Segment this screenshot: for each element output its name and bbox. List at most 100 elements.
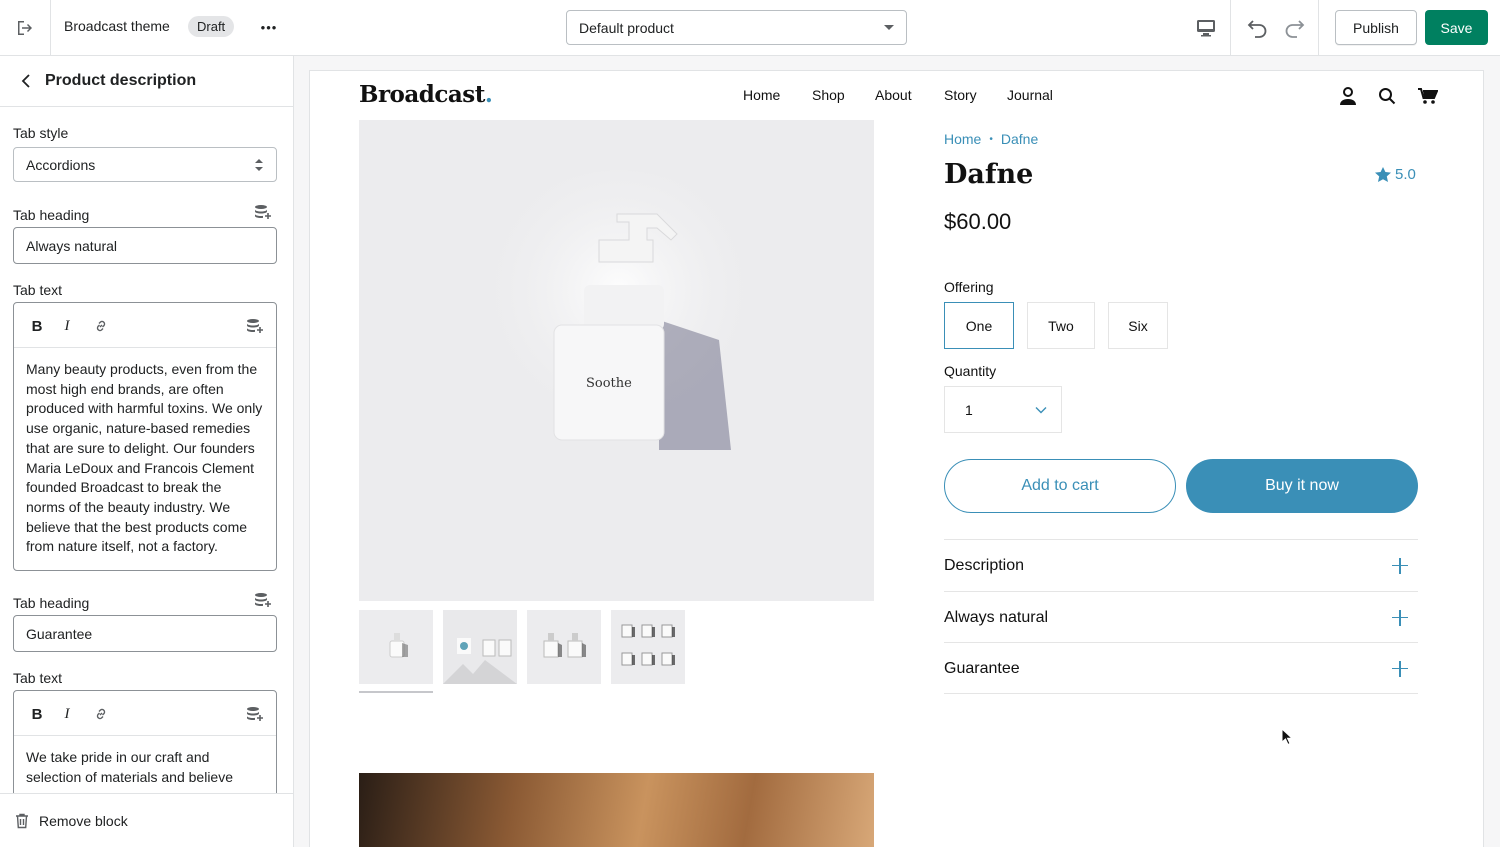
breadcrumb-home[interactable]: Home — [944, 131, 981, 147]
accordion-title: Guarantee — [944, 659, 1020, 677]
sidebar-title: Product description — [45, 72, 197, 89]
accordion-divider — [944, 693, 1418, 694]
mouse-cursor-icon — [1281, 728, 1293, 746]
tab-text-label: Tab text — [13, 282, 63, 298]
publish-button[interactable]: Publish — [1335, 10, 1417, 45]
tab-heading-input[interactable]: Always natural — [13, 227, 277, 264]
select-arrows-icon — [255, 158, 263, 171]
topbar-divider — [1318, 0, 1319, 55]
link-button[interactable] — [90, 703, 112, 725]
search-icon — [1379, 88, 1396, 105]
pair-thumbnail-image — [543, 633, 586, 658]
more-actions-button[interactable]: ••• — [256, 14, 282, 40]
offering-label: Offering — [944, 279, 994, 295]
lifestyle-image — [359, 773, 874, 847]
link-button[interactable] — [90, 315, 112, 337]
chevron-left-icon — [21, 74, 30, 88]
dynamic-source-button[interactable] — [244, 703, 266, 725]
add-to-cart-button[interactable]: Add to cart — [944, 459, 1176, 513]
accordion-always-natural[interactable]: Always natural — [944, 591, 1418, 643]
dynamic-source-button[interactable] — [253, 590, 273, 610]
tab-style-select[interactable]: Accordions — [13, 147, 277, 182]
bold-button[interactable]: B — [26, 703, 48, 725]
italic-button[interactable]: I — [56, 703, 78, 725]
dynamic-source-button[interactable] — [253, 202, 273, 222]
nav-story[interactable]: Story — [944, 87, 977, 103]
rte-toolbar: B I — [14, 691, 276, 736]
quantity-select[interactable]: 1 — [944, 386, 1062, 433]
nav-home[interactable]: Home — [743, 87, 780, 103]
product-bottle-image — [469, 170, 769, 470]
database-add-icon — [247, 319, 263, 333]
product-main-image[interactable]: Soothe — [359, 120, 874, 601]
accordion-title: Description — [944, 556, 1025, 574]
link-icon — [96, 708, 106, 720]
desktop-icon — [1196, 19, 1215, 36]
product-rating[interactable]: 5.0 — [1375, 166, 1416, 183]
editor-topbar: Broadcast theme Draft ••• Default produc… — [0, 0, 1500, 56]
active-thumbnail-indicator — [359, 691, 433, 693]
cart-button[interactable] — [1417, 85, 1439, 107]
database-add-icon — [247, 707, 263, 721]
nav-shop[interactable]: Shop — [812, 87, 845, 103]
offering-option-six[interactable]: Six — [1108, 302, 1168, 349]
redo-button[interactable] — [1280, 14, 1308, 42]
accordion-description[interactable]: Description — [944, 539, 1418, 591]
nav-journal[interactable]: Journal — [1007, 87, 1053, 103]
theme-name: Broadcast theme — [64, 18, 170, 34]
chevron-down-icon — [1035, 406, 1047, 413]
user-icon — [1340, 87, 1356, 105]
buy-now-button[interactable]: Buy it now — [1186, 459, 1418, 513]
undo-icon — [1247, 20, 1267, 38]
tab-text-content[interactable]: We take pride in our craft and selection… — [14, 736, 276, 799]
accordion-guarantee[interactable]: Guarantee — [944, 642, 1418, 694]
quantity-label: Quantity — [944, 363, 997, 379]
quantity-value: 1 — [965, 401, 973, 418]
link-icon — [96, 320, 106, 332]
plus-icon — [1392, 609, 1408, 626]
dynamic-source-button[interactable] — [244, 315, 266, 337]
nav-about[interactable]: About — [875, 87, 912, 103]
device-preview-button[interactable] — [1181, 0, 1231, 55]
search-button[interactable] — [1376, 85, 1398, 107]
tab-text-content[interactable]: Many beauty products, even from the most… — [14, 348, 276, 569]
database-add-icon — [255, 205, 271, 219]
breadcrumb-current[interactable]: Dafne — [1001, 131, 1038, 147]
save-button[interactable]: Save — [1425, 10, 1488, 45]
offering-option-two[interactable]: Two — [1027, 302, 1095, 349]
bold-button[interactable]: B — [26, 315, 48, 337]
six-pack-thumbnail-image — [621, 624, 675, 666]
back-button[interactable] — [16, 71, 36, 91]
rte-toolbar: B I — [14, 303, 276, 348]
exit-icon — [18, 20, 32, 35]
star-icon — [1375, 167, 1391, 182]
more-icon: ••• — [260, 19, 278, 35]
storefront-preview: Broadcast. Home Shop About Story Journal — [294, 56, 1500, 847]
logo-text: Broadcast — [359, 81, 485, 108]
tab-heading-input[interactable]: Guarantee — [13, 615, 277, 652]
product-template-select[interactable]: Default product — [566, 10, 907, 45]
account-button[interactable] — [1337, 85, 1359, 107]
product-bottle-label: Soothe — [586, 376, 632, 391]
remove-block-button[interactable]: Remove block — [0, 793, 293, 847]
undo-button[interactable] — [1244, 14, 1272, 42]
product-thumbnail[interactable] — [527, 610, 601, 684]
bottle-thumbnail-image — [389, 633, 408, 658]
trash-icon — [16, 813, 28, 828]
breadcrumb-separator: • — [989, 134, 993, 145]
accordion-title: Always natural — [944, 608, 1049, 626]
tab-text-editor[interactable]: B I Many beauty products, even from the … — [13, 302, 277, 571]
offering-option-one[interactable]: One — [944, 302, 1014, 349]
product-title: Dafne — [944, 159, 1034, 190]
breadcrumb: Home • Dafne — [944, 131, 1038, 147]
product-thumbnail[interactable] — [359, 610, 433, 684]
plus-icon — [1392, 557, 1408, 574]
exit-editor-button[interactable] — [0, 0, 51, 55]
product-thumbnail[interactable] — [443, 610, 517, 684]
cart-icon — [1418, 88, 1438, 104]
sidebar-header: Product description — [0, 56, 293, 107]
italic-button[interactable]: I — [56, 315, 78, 337]
store-logo[interactable]: Broadcast. — [359, 81, 493, 108]
redo-icon — [1285, 20, 1305, 38]
product-thumbnail[interactable] — [611, 610, 685, 684]
